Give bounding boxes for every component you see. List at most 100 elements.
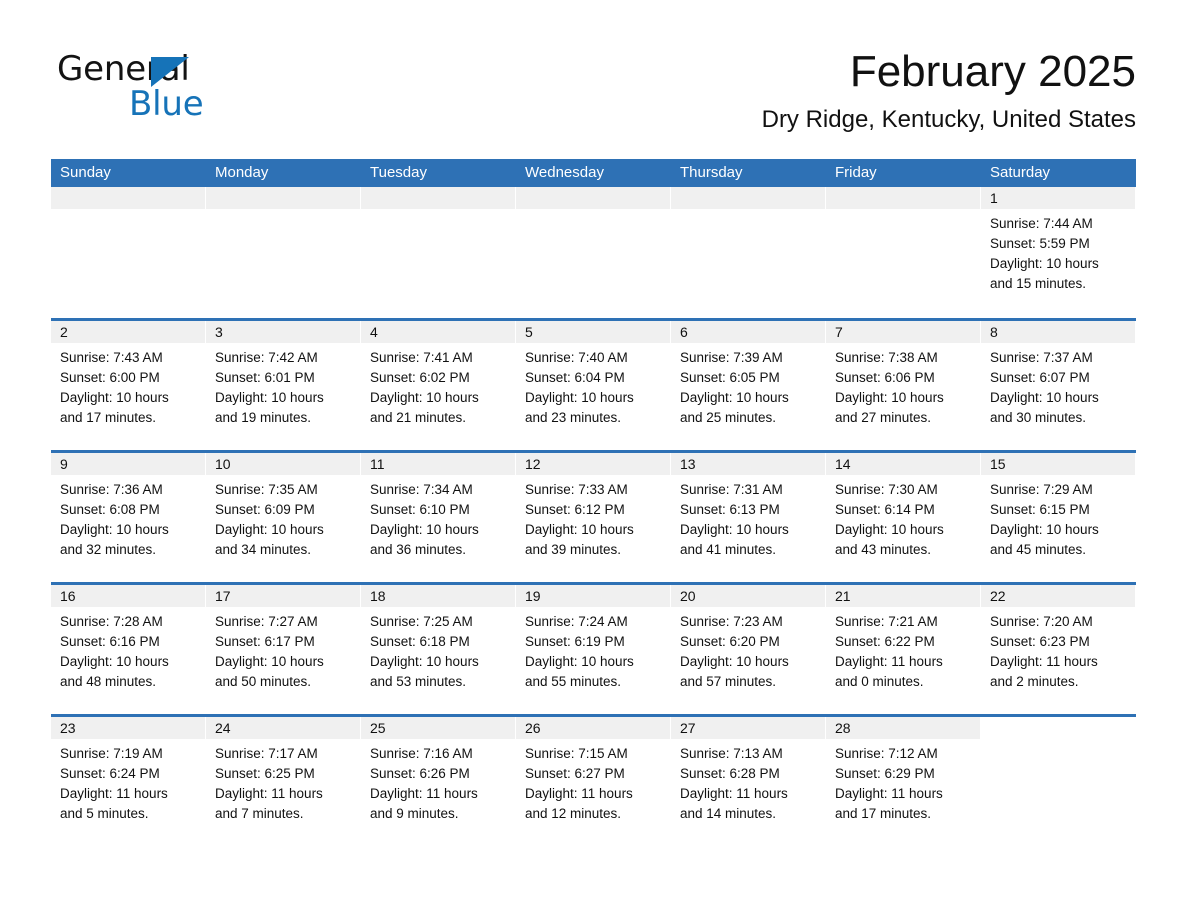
daylight-text-line2: and 19 minutes. <box>215 410 312 425</box>
day-cell[interactable]: 27 Sunrise: 7:13 AM Sunset: 6:28 PM Dayl… <box>671 717 826 846</box>
day-details: Sunrise: 7:41 AM Sunset: 6:02 PM Dayligh… <box>361 343 516 428</box>
sunrise-text: Sunrise: 7:27 AM <box>215 614 318 629</box>
sunrise-text: Sunrise: 7:42 AM <box>215 350 318 365</box>
daylight-text-line2: and 39 minutes. <box>525 542 622 557</box>
day-cell[interactable]: 6 Sunrise: 7:39 AM Sunset: 6:05 PM Dayli… <box>671 321 826 450</box>
daylight-text-line1: Daylight: 11 hours <box>835 786 943 801</box>
day-cell[interactable]: 1 Sunrise: 7:44 AM Sunset: 5:59 PM Dayli… <box>981 187 1136 318</box>
weekday-header-wednesday: Wednesday <box>525 164 604 181</box>
day-cell[interactable]: 5 Sunrise: 7:40 AM Sunset: 6:04 PM Dayli… <box>516 321 671 450</box>
day-cell[interactable]: 13 Sunrise: 7:31 AM Sunset: 6:13 PM Dayl… <box>671 453 826 582</box>
day-cell[interactable]: 4 Sunrise: 7:41 AM Sunset: 6:02 PM Dayli… <box>361 321 516 450</box>
day-number: 26 <box>516 717 670 739</box>
daylight-text-line2: and 21 minutes. <box>370 410 467 425</box>
day-details: Sunrise: 7:40 AM Sunset: 6:04 PM Dayligh… <box>516 343 671 428</box>
daylight-text-line2: and 15 minutes. <box>990 276 1087 291</box>
day-cell[interactable]: 10 Sunrise: 7:35 AM Sunset: 6:09 PM Dayl… <box>206 453 361 582</box>
sunrise-text: Sunrise: 7:30 AM <box>835 482 938 497</box>
day-cell <box>981 717 1136 846</box>
day-details: Sunrise: 7:30 AM Sunset: 6:14 PM Dayligh… <box>826 475 981 560</box>
day-cell[interactable]: 7 Sunrise: 7:38 AM Sunset: 6:06 PM Dayli… <box>826 321 981 450</box>
day-details: Sunrise: 7:38 AM Sunset: 6:06 PM Dayligh… <box>826 343 981 428</box>
day-number: 24 <box>206 717 360 739</box>
logo-triangle-icon <box>151 57 189 87</box>
day-cell[interactable]: 3 Sunrise: 7:42 AM Sunset: 6:01 PM Dayli… <box>206 321 361 450</box>
general-blue-logo[interactable]: General Blue <box>51 50 311 124</box>
sunrise-text: Sunrise: 7:31 AM <box>680 482 783 497</box>
day-details: Sunrise: 7:43 AM Sunset: 6:00 PM Dayligh… <box>51 343 206 428</box>
daylight-text-line1: Daylight: 10 hours <box>215 654 324 669</box>
day-details: Sunrise: 7:29 AM Sunset: 6:15 PM Dayligh… <box>981 475 1136 560</box>
day-cell[interactable]: 21 Sunrise: 7:21 AM Sunset: 6:22 PM Dayl… <box>826 585 981 714</box>
sunrise-text: Sunrise: 7:39 AM <box>680 350 783 365</box>
day-number: 14 <box>826 453 980 475</box>
daylight-text-line1: Daylight: 11 hours <box>60 786 168 801</box>
day-cell[interactable]: 12 Sunrise: 7:33 AM Sunset: 6:12 PM Dayl… <box>516 453 671 582</box>
sunset-text: Sunset: 6:22 PM <box>835 634 935 649</box>
day-number <box>51 187 205 209</box>
day-cell[interactable]: 16 Sunrise: 7:28 AM Sunset: 6:16 PM Dayl… <box>51 585 206 714</box>
daylight-text-line2: and 17 minutes. <box>835 806 932 821</box>
daylight-text-line2: and 32 minutes. <box>60 542 157 557</box>
day-number: 3 <box>206 321 360 343</box>
sunrise-text: Sunrise: 7:29 AM <box>990 482 1093 497</box>
daylight-text-line1: Daylight: 10 hours <box>370 390 479 405</box>
sunset-text: Sunset: 5:59 PM <box>990 236 1090 251</box>
daylight-text-line1: Daylight: 10 hours <box>525 522 634 537</box>
sunrise-text: Sunrise: 7:34 AM <box>370 482 473 497</box>
sunrise-text: Sunrise: 7:35 AM <box>215 482 318 497</box>
daylight-text-line2: and 2 minutes. <box>990 674 1079 689</box>
day-number: 8 <box>981 321 1135 343</box>
day-cell[interactable]: 17 Sunrise: 7:27 AM Sunset: 6:17 PM Dayl… <box>206 585 361 714</box>
day-cell[interactable]: 9 Sunrise: 7:36 AM Sunset: 6:08 PM Dayli… <box>51 453 206 582</box>
day-cell[interactable]: 23 Sunrise: 7:19 AM Sunset: 6:24 PM Dayl… <box>51 717 206 846</box>
daylight-text-line2: and 23 minutes. <box>525 410 622 425</box>
sunrise-text: Sunrise: 7:36 AM <box>60 482 163 497</box>
calendar-grid: Sunday Monday Tuesday Wednesday Thursday… <box>51 159 1136 846</box>
day-cell[interactable]: 19 Sunrise: 7:24 AM Sunset: 6:19 PM Dayl… <box>516 585 671 714</box>
daylight-text-line2: and 36 minutes. <box>370 542 467 557</box>
day-cell[interactable]: 25 Sunrise: 7:16 AM Sunset: 6:26 PM Dayl… <box>361 717 516 846</box>
daylight-text-line2: and 14 minutes. <box>680 806 777 821</box>
day-cell[interactable]: 26 Sunrise: 7:15 AM Sunset: 6:27 PM Dayl… <box>516 717 671 846</box>
daylight-text-line1: Daylight: 11 hours <box>835 654 943 669</box>
daylight-text-line1: Daylight: 10 hours <box>215 390 324 405</box>
day-number: 17 <box>206 585 360 607</box>
day-details: Sunrise: 7:16 AM Sunset: 6:26 PM Dayligh… <box>361 739 516 824</box>
day-cell[interactable]: 15 Sunrise: 7:29 AM Sunset: 6:15 PM Dayl… <box>981 453 1136 582</box>
day-number <box>671 187 825 209</box>
day-number: 5 <box>516 321 670 343</box>
title-block: February 2025 Dry Ridge, Kentucky, Unite… <box>762 44 1136 136</box>
sunrise-text: Sunrise: 7:17 AM <box>215 746 318 761</box>
sunset-text: Sunset: 6:06 PM <box>835 370 935 385</box>
daylight-text-line2: and 0 minutes. <box>835 674 924 689</box>
daylight-text-line2: and 27 minutes. <box>835 410 932 425</box>
day-details: Sunrise: 7:42 AM Sunset: 6:01 PM Dayligh… <box>206 343 361 428</box>
logo-text-blue: Blue <box>129 84 204 124</box>
day-cell[interactable]: 22 Sunrise: 7:20 AM Sunset: 6:23 PM Dayl… <box>981 585 1136 714</box>
sunset-text: Sunset: 6:14 PM <box>835 502 935 517</box>
day-cell[interactable]: 2 Sunrise: 7:43 AM Sunset: 6:00 PM Dayli… <box>51 321 206 450</box>
day-cell[interactable]: 28 Sunrise: 7:12 AM Sunset: 6:29 PM Dayl… <box>826 717 981 846</box>
day-cell[interactable]: 20 Sunrise: 7:23 AM Sunset: 6:20 PM Dayl… <box>671 585 826 714</box>
day-number: 21 <box>826 585 980 607</box>
weekday-header-tuesday: Tuesday <box>370 164 427 181</box>
day-cell[interactable]: 18 Sunrise: 7:25 AM Sunset: 6:18 PM Dayl… <box>361 585 516 714</box>
daylight-text-line2: and 57 minutes. <box>680 674 777 689</box>
day-number <box>516 187 670 209</box>
weekday-header-thursday: Thursday <box>680 164 743 181</box>
day-cell[interactable]: 8 Sunrise: 7:37 AM Sunset: 6:07 PM Dayli… <box>981 321 1136 450</box>
daylight-text-line1: Daylight: 11 hours <box>525 786 633 801</box>
day-cell[interactable]: 14 Sunrise: 7:30 AM Sunset: 6:14 PM Dayl… <box>826 453 981 582</box>
sunrise-text: Sunrise: 7:37 AM <box>990 350 1093 365</box>
location-subtitle: Dry Ridge, Kentucky, United States <box>761 106 1136 133</box>
daylight-text-line2: and 25 minutes. <box>680 410 777 425</box>
day-number <box>361 187 515 209</box>
daylight-text-line1: Daylight: 10 hours <box>680 390 789 405</box>
daylight-text-line1: Daylight: 10 hours <box>60 654 169 669</box>
sunrise-text: Sunrise: 7:21 AM <box>835 614 938 629</box>
day-cell[interactable]: 24 Sunrise: 7:17 AM Sunset: 6:25 PM Dayl… <box>206 717 361 846</box>
day-cell[interactable]: 11 Sunrise: 7:34 AM Sunset: 6:10 PM Dayl… <box>361 453 516 582</box>
sunrise-text: Sunrise: 7:43 AM <box>60 350 163 365</box>
sunset-text: Sunset: 6:25 PM <box>215 766 315 781</box>
